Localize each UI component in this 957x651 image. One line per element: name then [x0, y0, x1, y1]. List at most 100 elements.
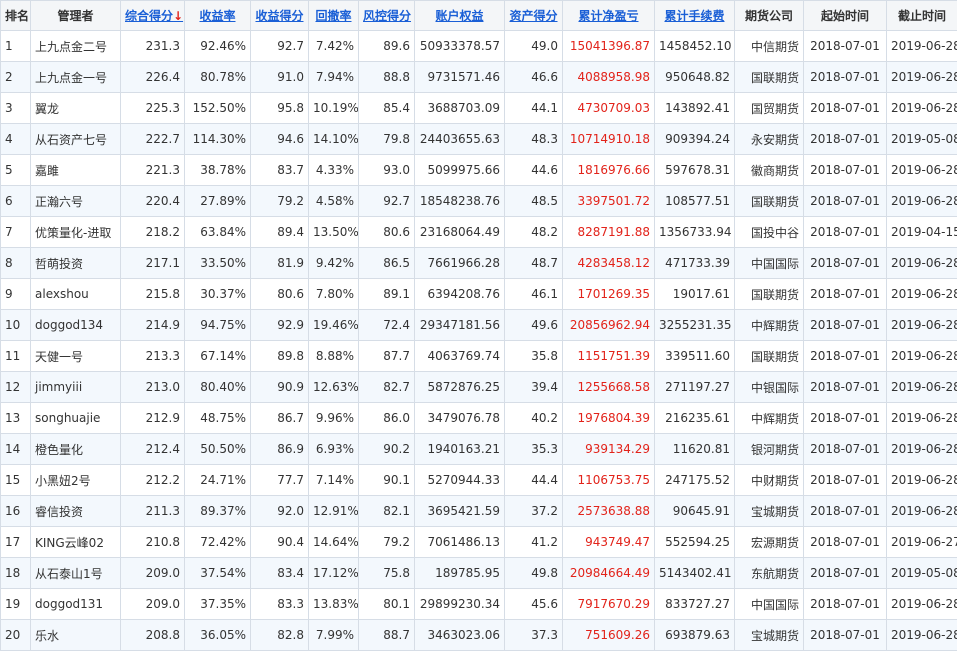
drawdown-cell: 9.42% [309, 248, 359, 279]
risk-score-cell: 75.8 [359, 558, 415, 589]
asset-score-cell: 48.3 [505, 124, 563, 155]
rank-cell: 4 [1, 124, 31, 155]
net-profit-cell: 4283458.12 [563, 248, 655, 279]
drawdown-cell: 7.94% [309, 62, 359, 93]
manager-cell: 小黑妞2号 [31, 465, 121, 496]
equity-cell: 18548238.76 [415, 186, 505, 217]
end-date-cell: 2019-05-08 [887, 558, 957, 589]
asset-score-cell: 48.7 [505, 248, 563, 279]
fees-cell: 3255231.35 [655, 310, 735, 341]
asset-score-cell: 41.2 [505, 527, 563, 558]
manager-cell: 优策量化-进取 [31, 217, 121, 248]
table-body: 1上九点金二号231.392.46%92.77.42%89.650933378.… [1, 31, 957, 651]
end-date-cell: 2019-06-28 [887, 62, 957, 93]
fees-cell: 247175.52 [655, 465, 735, 496]
sort-total-score[interactable]: 综合得分↓ [121, 1, 185, 31]
risk-score-cell: 89.1 [359, 279, 415, 310]
start-date-cell: 2018-07-01 [804, 124, 887, 155]
manager-cell: 从石泰山1号 [31, 558, 121, 589]
end-date-cell: 2019-06-28 [887, 93, 957, 124]
rank-cell: 19 [1, 589, 31, 620]
return-rate-cell: 72.42% [185, 527, 251, 558]
risk-score-cell: 86.0 [359, 403, 415, 434]
manager-cell: 天健一号 [31, 341, 121, 372]
end-date-cell: 2019-05-08 [887, 124, 957, 155]
drawdown-cell: 7.42% [309, 31, 359, 62]
table-row: 13songhuajie212.948.75%86.79.96%86.03479… [1, 403, 957, 434]
sort-drawdown[interactable]: 回撤率 [309, 1, 359, 31]
sort-fees[interactable]: 累计手续费 [655, 1, 735, 31]
net-profit-cell: 1151751.39 [563, 341, 655, 372]
broker-cell: 中辉期货 [735, 403, 804, 434]
return-rate-cell: 89.37% [185, 496, 251, 527]
start-date-cell: 2018-07-01 [804, 186, 887, 217]
start-date-cell: 2018-07-01 [804, 310, 887, 341]
return-rate-cell: 80.40% [185, 372, 251, 403]
fees-cell: 271197.27 [655, 372, 735, 403]
fees-cell: 216235.61 [655, 403, 735, 434]
end-date-cell: 2019-06-28 [887, 310, 957, 341]
rank-cell: 5 [1, 155, 31, 186]
sort-risk-score[interactable]: 风控得分 [359, 1, 415, 31]
manager-cell: 睿信投资 [31, 496, 121, 527]
asset-score-cell: 49.6 [505, 310, 563, 341]
fees-cell: 108577.51 [655, 186, 735, 217]
total-score-cell: 212.9 [121, 403, 185, 434]
table-row: 12jimmyiii213.080.40%90.912.63%82.758728… [1, 372, 957, 403]
equity-cell: 6394208.76 [415, 279, 505, 310]
equity-cell: 3688703.09 [415, 93, 505, 124]
rank-cell: 12 [1, 372, 31, 403]
sort-return-score[interactable]: 收益得分 [251, 1, 309, 31]
rank-cell: 16 [1, 496, 31, 527]
table-row: 8哲萌投资217.133.50%81.99.42%86.57661966.284… [1, 248, 957, 279]
broker-cell: 国投中谷 [735, 217, 804, 248]
return-score-cell: 83.4 [251, 558, 309, 589]
sort-net-profit[interactable]: 累计净盈亏 [563, 1, 655, 31]
fees-cell: 143892.41 [655, 93, 735, 124]
manager-cell: 橙色量化 [31, 434, 121, 465]
equity-cell: 24403655.63 [415, 124, 505, 155]
broker-cell: 中财期货 [735, 465, 804, 496]
return-rate-cell: 67.14% [185, 341, 251, 372]
table-row: 15小黑妞2号212.224.71%77.77.14%90.15270944.3… [1, 465, 957, 496]
sort-equity[interactable]: 账户权益 [415, 1, 505, 31]
fees-cell: 471733.39 [655, 248, 735, 279]
header-broker: 期货公司 [735, 1, 804, 31]
start-date-cell: 2018-07-01 [804, 155, 887, 186]
fees-cell: 1356733.94 [655, 217, 735, 248]
asset-score-cell: 49.8 [505, 558, 563, 589]
risk-score-cell: 87.7 [359, 341, 415, 372]
equity-cell: 4063769.74 [415, 341, 505, 372]
drawdown-cell: 7.14% [309, 465, 359, 496]
start-date-cell: 2018-07-01 [804, 372, 887, 403]
net-profit-cell: 1816976.66 [563, 155, 655, 186]
drawdown-cell: 8.88% [309, 341, 359, 372]
start-date-cell: 2018-07-01 [804, 62, 887, 93]
total-score-cell: 214.9 [121, 310, 185, 341]
equity-cell: 29347181.56 [415, 310, 505, 341]
manager-cell: 正瀚六号 [31, 186, 121, 217]
total-score-cell: 231.3 [121, 31, 185, 62]
equity-cell: 3479076.78 [415, 403, 505, 434]
manager-cell: doggod134 [31, 310, 121, 341]
return-score-cell: 86.9 [251, 434, 309, 465]
rank-cell: 13 [1, 403, 31, 434]
return-rate-cell: 37.35% [185, 589, 251, 620]
return-score-cell: 90.4 [251, 527, 309, 558]
equity-cell: 3695421.59 [415, 496, 505, 527]
return-rate-cell: 37.54% [185, 558, 251, 589]
sort-down-icon: ↓ [173, 9, 183, 23]
sort-return-rate[interactable]: 收益率 [185, 1, 251, 31]
rank-cell: 10 [1, 310, 31, 341]
asset-score-cell: 44.1 [505, 93, 563, 124]
net-profit-cell: 20856962.94 [563, 310, 655, 341]
broker-cell: 国联期货 [735, 62, 804, 93]
equity-cell: 23168064.49 [415, 217, 505, 248]
manager-cell: alexshou [31, 279, 121, 310]
equity-cell: 7661966.28 [415, 248, 505, 279]
table-row: 1上九点金二号231.392.46%92.77.42%89.650933378.… [1, 31, 957, 62]
equity-cell: 7061486.13 [415, 527, 505, 558]
sort-asset-score[interactable]: 资产得分 [505, 1, 563, 31]
return-rate-cell: 94.75% [185, 310, 251, 341]
risk-score-cell: 82.1 [359, 496, 415, 527]
